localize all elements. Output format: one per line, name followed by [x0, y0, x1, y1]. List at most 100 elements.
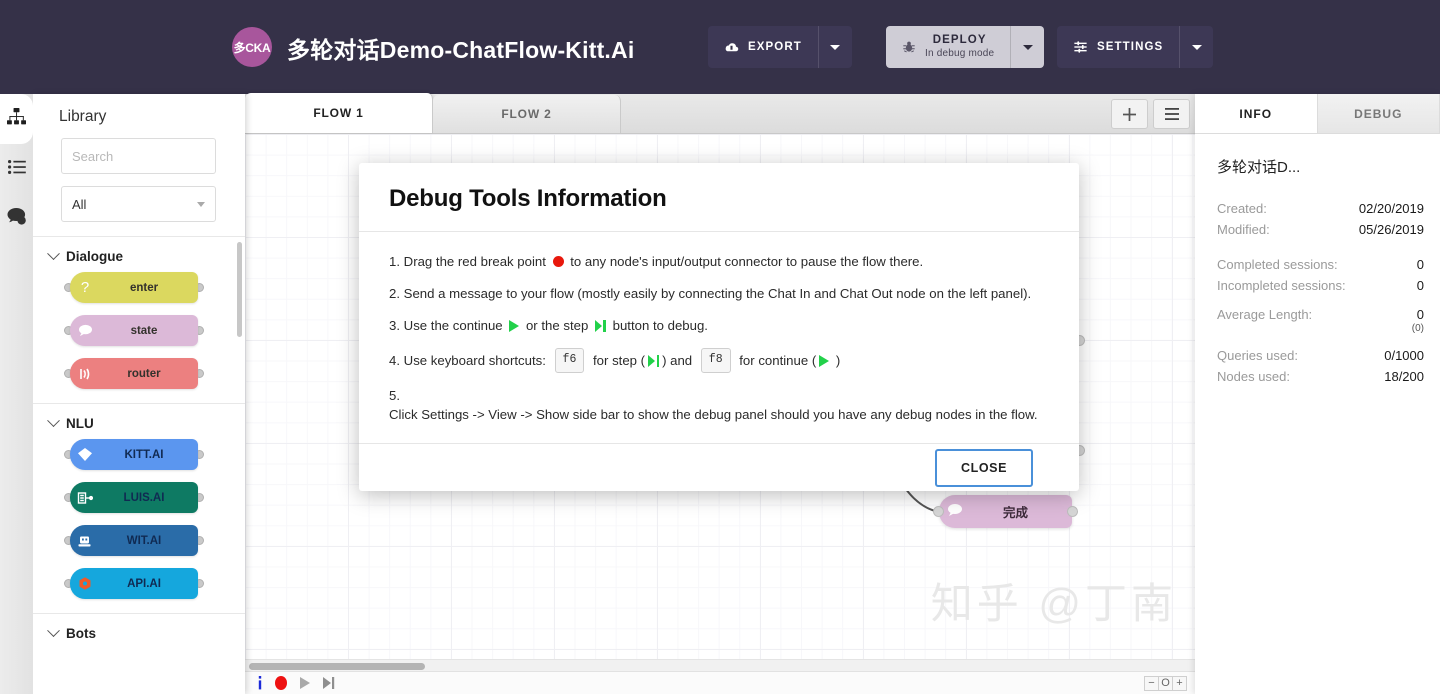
sliders-icon: [1073, 40, 1088, 54]
group-header-nlu[interactable]: NLU: [33, 414, 245, 431]
export-button[interactable]: EXPORT: [708, 26, 818, 68]
group-header-bots[interactable]: Bots: [33, 624, 245, 641]
settings-dropdown-toggle[interactable]: [1179, 26, 1213, 68]
hamburger-icon: [1164, 108, 1179, 120]
list-item[interactable]: router: [64, 356, 204, 393]
info-key: Modified:: [1217, 222, 1270, 237]
list-item[interactable]: state: [64, 313, 204, 350]
node-label: router: [127, 367, 161, 380]
list-item[interactable]: LUIS.AI: [64, 480, 204, 517]
tab-flow-1[interactable]: FLOW 1: [245, 93, 433, 133]
info-subvalue: (0): [1411, 322, 1424, 334]
info-row-incompleted-sessions: Incompleted sessions: 0: [1217, 278, 1424, 293]
list-item[interactable]: API.AI: [64, 566, 204, 603]
settings-button[interactable]: SETTINGS: [1057, 26, 1179, 68]
category-filter-value: All: [72, 196, 87, 212]
line-text: Use the continue: [403, 318, 507, 334]
group-header-dialogue[interactable]: Dialogue: [33, 247, 245, 264]
hex-icon: [70, 576, 100, 591]
chat-bubble-icon: [7, 208, 26, 230]
chevron-down-icon: [47, 247, 60, 261]
info-row-modified: Modified: 05/26/2019: [1217, 222, 1424, 237]
deploy-button[interactable]: DEPLOY In debug mode: [886, 26, 1010, 68]
play-icon[interactable]: [299, 676, 311, 690]
library-node-state[interactable]: state: [70, 315, 198, 346]
line-text: or the step: [522, 318, 592, 334]
library-node-router[interactable]: router: [70, 358, 198, 389]
search-input[interactable]: [61, 138, 216, 174]
line-text: Drag the red break point: [403, 254, 550, 269]
library-title: Library: [59, 108, 107, 125]
canvas-horizontal-scrollbar[interactable]: [245, 659, 1195, 671]
red-breakpoint-icon[interactable]: [274, 675, 288, 691]
step-icon[interactable]: [322, 676, 335, 690]
zoom-reset-button[interactable]: O: [1158, 675, 1173, 691]
tab-debug[interactable]: DEBUG: [1317, 94, 1440, 133]
add-flow-button[interactable]: [1111, 99, 1148, 129]
info-value: 18/200: [1384, 369, 1424, 385]
line-text: for continue (: [735, 353, 817, 369]
node-label: LUIS.AI: [123, 491, 165, 504]
info-icon[interactable]: [257, 676, 263, 690]
node-label: state: [130, 324, 158, 337]
list-item[interactable]: ? enter: [64, 270, 204, 307]
zoom-in-button[interactable]: +: [1172, 675, 1187, 691]
scrollbar-thumb[interactable]: [249, 663, 425, 670]
list-item[interactable]: KITT.AI: [64, 437, 204, 474]
page-title: 多轮对话Demo-ChatFlow-Kitt.Ai: [287, 37, 635, 63]
rail-item-flows[interactable]: [0, 94, 33, 144]
line-text: ): [832, 353, 841, 369]
info-value: 0: [1416, 307, 1424, 322]
close-button[interactable]: CLOSE: [935, 448, 1033, 487]
line-text: Click Settings -> View -> Show side bar …: [389, 407, 1038, 423]
watermark: 知乎 @丁南: [930, 580, 1177, 627]
line-text: Send a message to your flow (mostly easi…: [403, 286, 1032, 302]
debug-tools-modal: Debug Tools Information 1. Drag the red …: [359, 163, 1079, 491]
question-icon: ?: [80, 279, 90, 296]
node-label: enter: [129, 281, 159, 294]
modal-footer: CLOSE: [359, 443, 1079, 491]
export-dropdown-toggle[interactable]: [817, 26, 852, 68]
library-node-witai[interactable]: WIT.AI: [70, 525, 198, 556]
plus-icon: [1123, 107, 1136, 121]
modal-instruction-line: 2. Send a message to your flow (mostly e…: [389, 284, 1049, 303]
library-scrollbar[interactable]: [237, 242, 242, 337]
tab-flow-2[interactable]: FLOW 2: [433, 95, 621, 133]
step-icon: [594, 319, 606, 332]
tab-label: INFO: [1239, 106, 1273, 121]
chevron-down-icon: [830, 44, 841, 50]
modal-instruction-line: 4. Use keyboard shortcuts: f6 for step (…: [389, 348, 1049, 374]
zoom-out-button[interactable]: −: [1144, 675, 1159, 691]
tab-label: DEBUG: [1354, 106, 1403, 121]
group-label: NLU: [66, 416, 94, 431]
library-node-luisai[interactable]: LUIS.AI: [70, 482, 198, 513]
deploy-dropdown-toggle[interactable]: [1010, 26, 1044, 68]
info-value: 0/1000: [1384, 348, 1424, 364]
line-text: button to debug.: [608, 318, 708, 334]
library-node-kittai[interactable]: KITT.AI: [70, 439, 198, 470]
settings-button-group: SETTINGS: [1057, 26, 1214, 68]
category-filter-select[interactable]: All: [61, 186, 216, 222]
tab-label: FLOW 1: [313, 106, 364, 120]
diamond-icon: [70, 447, 100, 462]
rail-item-chat[interactable]: [0, 194, 33, 244]
node-label: KITT.AI: [124, 448, 164, 461]
tab-info[interactable]: INFO: [1195, 94, 1318, 133]
node-body[interactable]: 完成: [939, 495, 1072, 528]
line-text: ) and: [662, 353, 696, 369]
rail-item-list[interactable]: [0, 144, 33, 194]
library-node-apiai[interactable]: API.AI: [70, 568, 198, 599]
chevron-down-icon: [47, 414, 60, 428]
library-group-nlu: NLU KITT.AI LUIS.AI WIT.AI API.AI: [33, 403, 245, 613]
list-item[interactable]: WIT.AI: [64, 523, 204, 560]
flow-menu-button[interactable]: [1153, 99, 1190, 129]
library-node-enter[interactable]: ? enter: [70, 272, 198, 303]
app-header: 多CKA 多轮对话Demo-ChatFlow-Kitt.Ai EXPORT DE…: [0, 0, 1440, 94]
modal-instruction-line: 3. Use the continue or the step button t…: [389, 316, 1049, 335]
debug-toolbar: − O +: [245, 671, 1195, 694]
sitemap-icon: [7, 108, 26, 130]
modal-header: Debug Tools Information: [359, 163, 1079, 232]
node-label: API.AI: [127, 577, 161, 590]
keyboard-key: f8: [700, 348, 731, 374]
modal-instruction-line: 1. Drag the red break point to any node'…: [389, 252, 1049, 271]
